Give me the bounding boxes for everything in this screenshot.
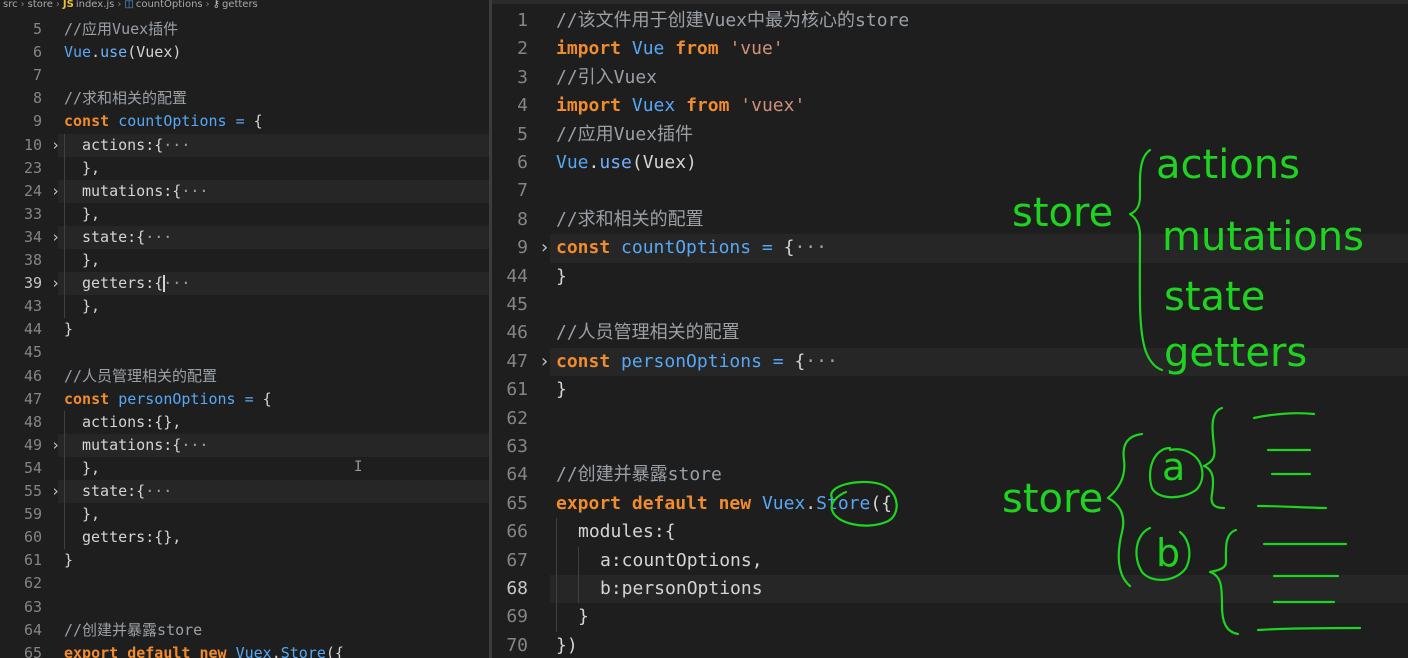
circle-store-method <box>830 480 898 527</box>
line-a-1 <box>1252 412 1316 420</box>
brace-b <box>1208 528 1240 636</box>
brace-a <box>1202 406 1226 510</box>
annotation-store-top: store <box>1012 190 1114 236</box>
handwritten-annotations-layer <box>830 148 1362 636</box>
annotation-actions: actions <box>1156 142 1300 188</box>
line-a-4 <box>1256 504 1328 510</box>
annotation-mutations: mutations <box>1162 214 1364 260</box>
annotation-getters: getters <box>1164 330 1308 376</box>
line-b-4 <box>1256 626 1362 632</box>
annotation-store-bottom: store <box>1002 476 1104 522</box>
annotation-b: b <box>1156 531 1181 575</box>
annotation-state: state <box>1164 274 1266 320</box>
annotation-a: a <box>1162 445 1186 489</box>
